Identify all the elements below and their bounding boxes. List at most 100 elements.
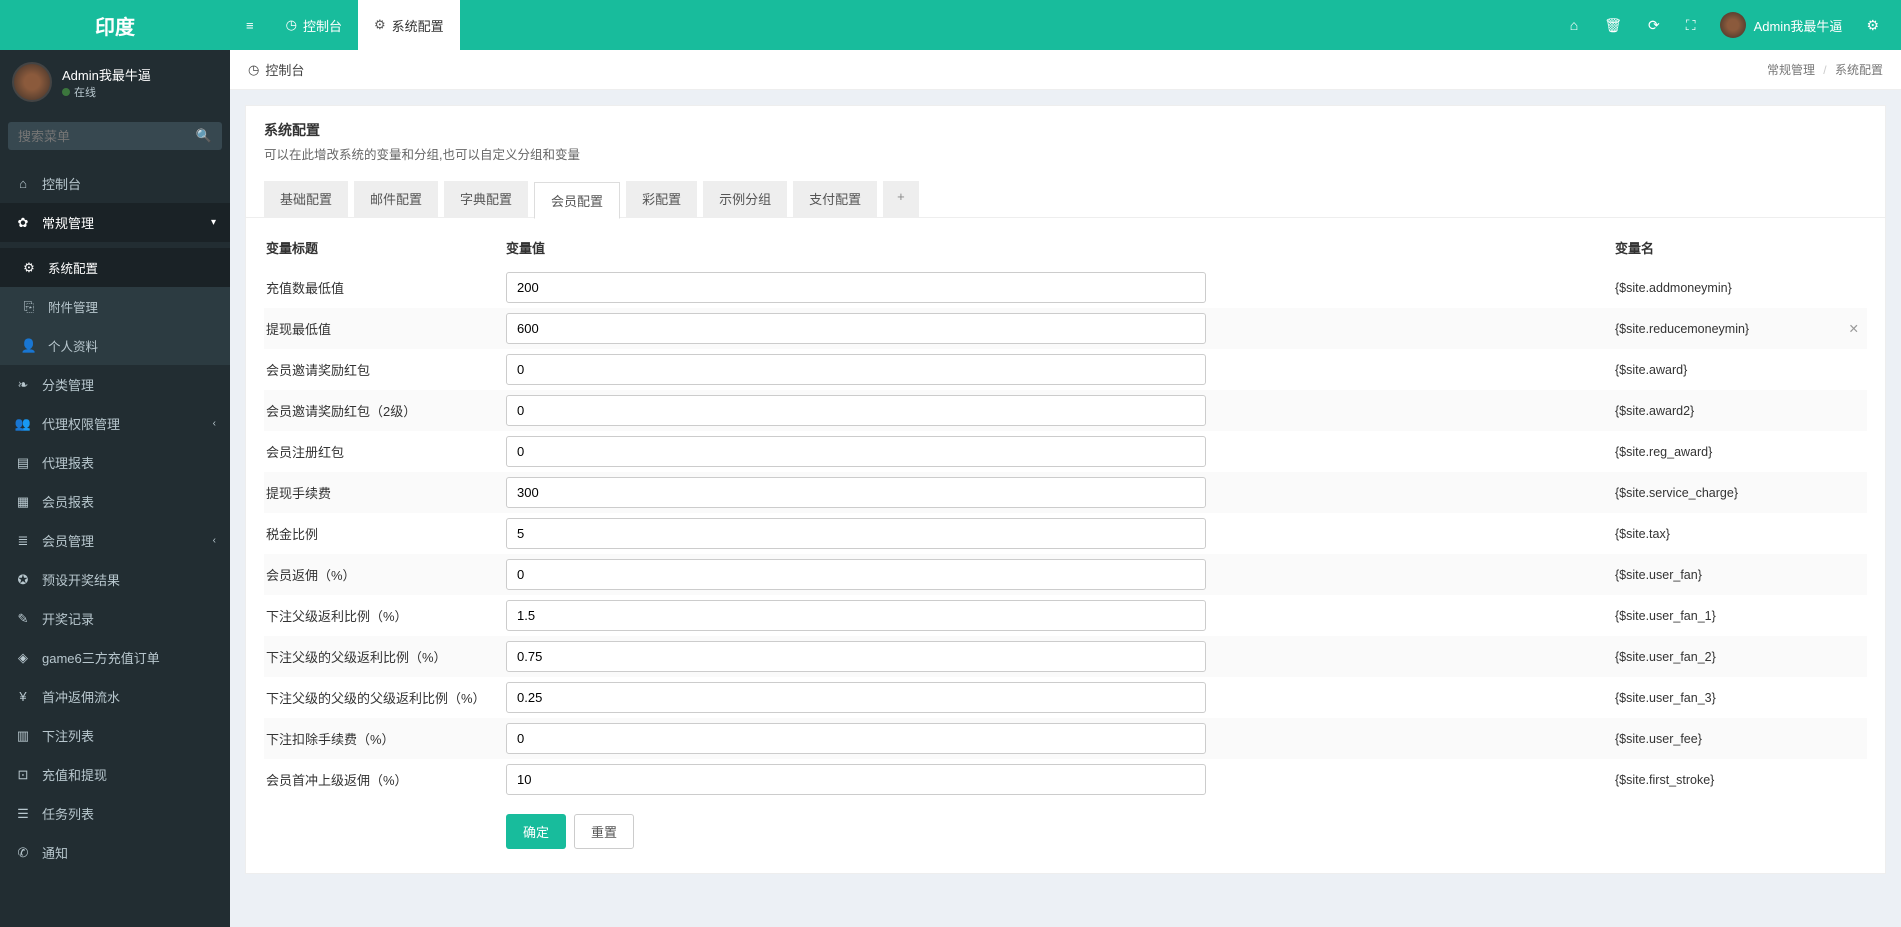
sidebar-item[interactable]: 👥代理权限管理‹ <box>0 404 230 443</box>
gear-icon: ⚙ <box>374 17 386 33</box>
row-varname: {$site.user_fan_1} <box>1615 609 1865 623</box>
sidebar-subitem[interactable]: 👤个人资料 <box>0 326 230 365</box>
row-value-input[interactable] <box>506 518 1206 549</box>
row-title: 税金比例 <box>266 524 506 543</box>
sidebar-subitem[interactable]: ⎘附件管理 <box>0 287 230 326</box>
menu-label: 任务列表 <box>42 804 94 823</box>
chevron-icon: ‹ <box>213 535 216 546</box>
menu-label: 分类管理 <box>42 375 94 394</box>
menu-label: 控制台 <box>42 174 81 193</box>
row-varname: {$site.tax} <box>1615 527 1865 541</box>
config-row: 会员注册红包{$site.reg_award} <box>264 431 1867 472</box>
tab-console[interactable]: ◷ 控制台 <box>270 0 358 50</box>
row-title: 会员首冲上级返佣（%） <box>266 770 506 789</box>
topbar-user[interactable]: Admin我最牛逼 <box>1710 12 1853 38</box>
menu-label: 系统配置 <box>48 258 98 277</box>
menu-label: 附件管理 <box>48 297 98 316</box>
config-tab[interactable]: 基础配置 <box>264 181 348 218</box>
add-tab-button[interactable]: + <box>883 181 919 218</box>
config-tabs: 基础配置邮件配置字典配置会员配置彩配置示例分组支付配置+ <box>246 171 1885 218</box>
sidebar-item[interactable]: ✎ 开奖记录 <box>0 599 230 638</box>
sidebar-item[interactable]: ▥下注列表 <box>0 716 230 755</box>
row-value-input[interactable] <box>506 682 1206 713</box>
menu-icon: ✿ <box>14 215 32 231</box>
sidebar-item[interactable]: ◈game6三方充值订单 <box>0 638 230 677</box>
sidebar-item[interactable]: ✆通知 <box>0 833 230 872</box>
row-value-input[interactable] <box>506 395 1206 426</box>
sidebar-item[interactable]: ≣会员管理‹ <box>0 521 230 560</box>
refresh-icon[interactable]: ⟳ <box>1636 0 1672 50</box>
sidebar-item[interactable]: ✪预设开奖结果 <box>0 560 230 599</box>
th-value: 变量值 <box>506 238 1206 257</box>
topbar: ≡ ◷ 控制台 ⚙ 系统配置 ⌂ 🗑 ⟳ ⛶ Admin我最牛逼 <box>230 0 1901 50</box>
user-panel: Admin我最牛逼 在线 <box>0 50 230 114</box>
side-menu: ⌂控制台✿常规管理▾ ⚙系统配置⎘附件管理👤个人资料❧分类管理👥代理权限管理‹▤代… <box>0 164 230 872</box>
sidebar-item[interactable]: ▤代理报表 <box>0 443 230 482</box>
config-row: 充值数最低值{$site.addmoneymin} <box>264 267 1867 308</box>
sidebar-item[interactable]: ✿常规管理▾ <box>0 203 230 242</box>
sidebar-item[interactable]: ¥首冲返佣流水 <box>0 677 230 716</box>
tab-sysconfig[interactable]: ⚙ 系统配置 <box>358 0 460 50</box>
row-varname: {$site.reg_award} <box>1615 445 1865 459</box>
sidebar-item[interactable]: ⌂控制台 <box>0 164 230 203</box>
row-varname: {$site.first_stroke} <box>1615 773 1865 787</box>
row-varname: {$site.addmoneymin} <box>1615 281 1865 295</box>
row-value-input[interactable] <box>506 272 1206 303</box>
menu-icon: ✎ <box>14 611 32 627</box>
sidebar-item[interactable]: ⊡ 充值和提现 <box>0 755 230 794</box>
menu-search[interactable]: 🔍 <box>8 122 222 150</box>
fullscreen-icon[interactable]: ⛶ <box>1674 0 1708 50</box>
config-tab[interactable]: 彩配置 <box>626 181 697 218</box>
config-tab[interactable]: 字典配置 <box>444 181 528 218</box>
row-title: 会员邀请奖励红包 <box>266 360 506 379</box>
search-input[interactable] <box>18 129 196 144</box>
th-name: 变量名 <box>1615 238 1865 257</box>
config-tab[interactable]: 支付配置 <box>793 181 877 218</box>
remove-icon[interactable]: ✕ <box>1849 321 1865 336</box>
row-value-input[interactable] <box>506 313 1206 344</box>
panel-desc: 可以在此增改系统的变量和分组,也可以自定义分组和变量 <box>264 144 1867 163</box>
sidebar-item[interactable]: ☰任务列表 <box>0 794 230 833</box>
menu-toggle[interactable]: ≡ <box>230 0 270 50</box>
row-value-input[interactable] <box>506 477 1206 508</box>
sidebar-item[interactable]: ❧分类管理 <box>0 365 230 404</box>
row-value-input[interactable] <box>506 559 1206 590</box>
row-varname: {$site.award} <box>1615 363 1865 377</box>
reset-button[interactable]: 重置 <box>574 814 634 849</box>
submit-button[interactable]: 确定 <box>506 814 566 849</box>
menu-label: 充值和提现 <box>42 765 107 784</box>
row-value-input[interactable] <box>506 641 1206 672</box>
row-value-input[interactable] <box>506 723 1206 754</box>
trash-icon[interactable]: 🗑 <box>1592 0 1634 50</box>
menu-icon: 👥 <box>14 416 32 432</box>
tab-sysconfig-label: 系统配置 <box>392 16 444 35</box>
config-tab[interactable]: 会员配置 <box>534 182 620 219</box>
tab-console-label: 控制台 <box>303 16 342 35</box>
settings-icon[interactable]: ⚙ <box>1854 0 1891 50</box>
breadcrumb-console[interactable]: 控制台 <box>265 60 304 79</box>
sidebar-subitem[interactable]: ⚙系统配置 <box>0 248 230 287</box>
menu-icon: ≣ <box>14 533 32 549</box>
breadcrumb-group[interactable]: 常规管理 <box>1767 63 1815 77</box>
config-tab[interactable]: 邮件配置 <box>354 181 438 218</box>
config-row: 会员首冲上级返佣（%） {$site.first_stroke} <box>264 759 1867 800</box>
breadcrumb: 常规管理 / 系统配置 <box>1767 61 1883 78</box>
avatar[interactable] <box>12 62 52 102</box>
row-value-input[interactable] <box>506 354 1206 385</box>
config-row: 税金比例 {$site.tax} <box>264 513 1867 554</box>
menu-label: 开奖记录 <box>42 609 94 628</box>
row-value-input[interactable] <box>506 600 1206 631</box>
config-tab[interactable]: 示例分组 <box>703 181 787 218</box>
row-title: 提现最低值 <box>266 319 506 338</box>
home-icon[interactable]: ⌂ <box>1558 0 1590 50</box>
row-value-input[interactable] <box>506 436 1206 467</box>
menu-icon: ✆ <box>14 845 32 861</box>
menu-label: 代理报表 <box>42 453 94 472</box>
menu-icon: ⊡ <box>14 767 32 783</box>
brand-logo[interactable]: 印度 <box>0 0 230 50</box>
config-row: 提现手续费{$site.service_charge} <box>264 472 1867 513</box>
row-value-input[interactable] <box>506 764 1206 795</box>
sidebar-item[interactable]: ▦会员报表 <box>0 482 230 521</box>
search-icon[interactable]: 🔍 <box>196 128 212 144</box>
menu-label: 个人资料 <box>48 336 98 355</box>
